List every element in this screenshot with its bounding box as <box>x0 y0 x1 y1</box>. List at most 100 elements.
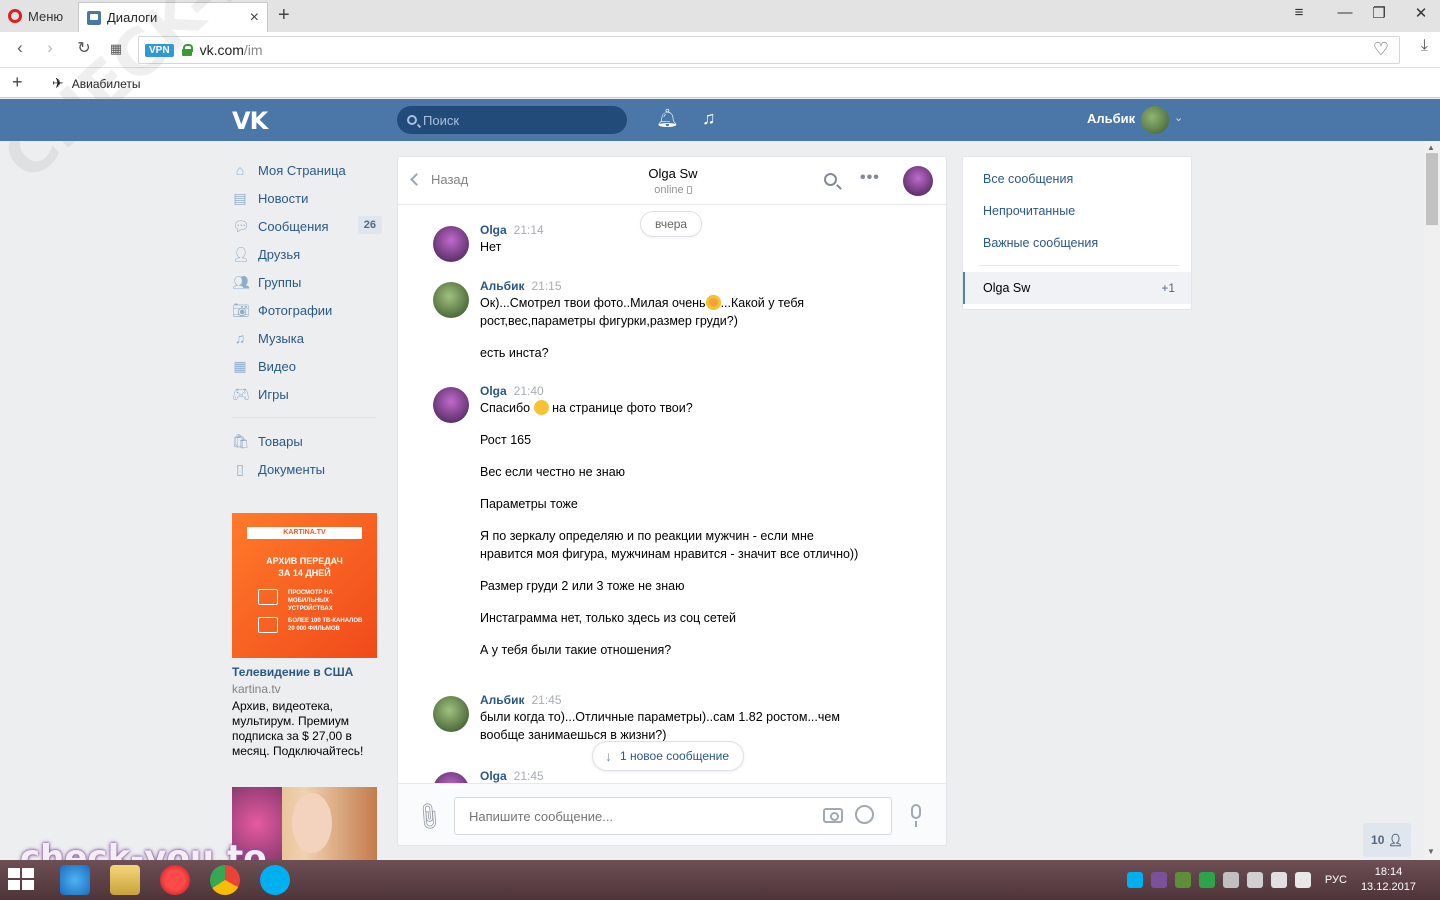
mobile-phone-icon <box>686 186 692 194</box>
new-tab-button[interactable]: + <box>278 4 290 27</box>
message-text: Нет <box>480 240 502 254</box>
microphone-icon[interactable] <box>911 804 921 827</box>
network-icon[interactable] <box>1222 872 1239 888</box>
windows-start-icon[interactable] <box>8 868 36 892</box>
message-text: есть инста? <box>480 346 549 360</box>
message-time: 21:14 <box>513 223 544 237</box>
sidebar-item-music[interactable]: ♫ Музыка <box>232 324 382 352</box>
viber-tray-icon[interactable] <box>1150 872 1167 888</box>
monitor-icon[interactable] <box>1270 872 1287 888</box>
tray-app-icon[interactable] <box>1174 872 1191 888</box>
message-author[interactable]: Olga 21:40 <box>480 384 860 398</box>
music-note-icon[interactable]: ♫ <box>702 108 716 129</box>
skype-icon[interactable] <box>260 865 290 895</box>
sidebar-item-video[interactable]: ▦ Видео <box>232 352 382 380</box>
smile-emoji-icon <box>533 400 549 415</box>
message-author[interactable]: Olga 21:45 <box>480 769 860 783</box>
message-author[interactable]: Альбик 21:15 <box>480 279 860 293</box>
tray-app-icon-2[interactable] <box>1198 872 1215 888</box>
page-scrollbar[interactable]: ▲ ▼ <box>1424 141 1440 860</box>
close-window-icon[interactable]: ✕ <box>1406 4 1436 22</box>
active-dialog-item[interactable]: Olga Sw +1 <box>963 272 1191 304</box>
opera-menu-label: Меню <box>28 8 64 24</box>
sidebar-item-groups[interactable]: 👥︎ Группы <box>232 268 382 296</box>
sidebar-item-label: Игры <box>258 386 289 402</box>
sidebar-item-friends[interactable]: 👤︎ Друзья <box>232 240 382 268</box>
sidebar-item-camera[interactable]: 📷︎ Фотографии <box>232 296 382 324</box>
ad-ribbon: KARTINA.TV <box>247 527 362 539</box>
ad-title[interactable]: Телевидение в США <box>232 665 377 679</box>
flag-icon[interactable] <box>1246 872 1263 888</box>
message-avatar[interactable] <box>433 226 469 262</box>
language-indicator[interactable]: РУС <box>1325 874 1347 886</box>
chrome-icon[interactable] <box>210 865 240 895</box>
sidebar-item-gamepad[interactable]: 🎮︎ Игры <box>232 380 382 408</box>
opera-icon[interactable] <box>160 865 190 895</box>
message-text: А у тебя были такие отношения? <box>480 643 672 657</box>
chevron-down-icon[interactable]: ⌄ <box>1174 111 1183 124</box>
vk-header: VK Поиск 🔔︎ ♫ Альбик ⌄ <box>0 99 1440 141</box>
ie-icon[interactable] <box>60 865 90 895</box>
ad-banner-headline: АРХИВ ПЕРЕДАЧ ЗА 14 ДНЕЙ <box>266 556 343 578</box>
sidebar-item-bag[interactable]: 🛍︎ Товары <box>232 427 382 455</box>
message-author[interactable]: Альбик 21:45 <box>480 693 860 707</box>
header-avatar[interactable] <box>1141 106 1169 134</box>
message-text: Размер груди 2 или 3 тоже не знаю <box>480 579 685 593</box>
clock[interactable]: 18:14 13.12.2017 <box>1361 865 1416 895</box>
camera-icon[interactable] <box>823 808 843 823</box>
sidebar-item-messages[interactable]: 💬︎ Сообщения 26 <box>232 212 382 240</box>
download-icon[interactable]: ⤓ <box>1421 37 1428 55</box>
message-text: Я по зеркалу определяю и по реакции мужч… <box>480 529 859 561</box>
ad-block[interactable]: KARTINA.TV АРХИВ ПЕРЕДАЧ ЗА 14 ДНЕЙ ПРОСМ… <box>232 513 377 759</box>
paperclip-icon[interactable]: 📎︎ <box>411 799 447 834</box>
friends-icon: 👤︎ <box>232 246 250 262</box>
sidebar-item-news[interactable]: ▤ Новости <box>232 184 382 212</box>
add-bookmark-icon[interactable]: + <box>12 72 23 93</box>
message-avatar[interactable] <box>433 696 469 732</box>
opera-menu-button[interactable]: Меню <box>8 6 63 26</box>
tab-close-icon[interactable]: × <box>250 9 259 27</box>
bell-icon[interactable]: 🔔︎ <box>656 108 679 129</box>
sidebar-item-label: Документы <box>258 461 326 477</box>
tab-list-icon[interactable]: ≡ <box>1284 4 1314 21</box>
explorer-icon[interactable] <box>110 865 140 895</box>
filter-unread[interactable]: Непрочитанные <box>983 204 1075 218</box>
filter-important[interactable]: Важные сообщения <box>983 236 1098 250</box>
more-icon[interactable]: ••• <box>860 169 880 187</box>
header-search[interactable]: Поиск <box>397 106 627 134</box>
active-dialog-count: +1 <box>1161 281 1175 295</box>
message-avatar[interactable] <box>433 282 469 318</box>
message-text: Инстаграмма нет, только здесь из соц сет… <box>480 611 736 625</box>
vk-favicon-icon <box>87 10 101 25</box>
peer-avatar[interactable] <box>903 166 933 196</box>
vk-logo[interactable]: VK <box>232 107 268 135</box>
news-icon: ▤ <box>233 190 247 206</box>
forward-arrow-icon[interactable]: › <box>38 38 62 58</box>
bookmark-heart-icon[interactable]: ♡ <box>1373 39 1389 60</box>
message-avatar[interactable] <box>433 387 469 423</box>
sidebar-item-document[interactable]: ▯ Документы <box>232 455 382 483</box>
sidebar-item-label: Группы <box>258 274 302 290</box>
online-friends-badge[interactable]: 10 👤︎ <box>1363 823 1411 857</box>
back-arrow-icon[interactable]: ‹ <box>8 38 32 58</box>
restore-icon[interactable]: ❐ <box>1364 4 1394 22</box>
message-text: Ок)...Смотрел твои фото..Милая очень ...К… <box>480 295 805 328</box>
tv-icon <box>258 617 278 633</box>
minimize-icon[interactable]: — <box>1330 4 1360 21</box>
new-message-button[interactable]: ↓ 1 новое сообщение <box>592 741 745 771</box>
sidebar-item-home[interactable]: ⌂ Моя Страница <box>232 156 382 184</box>
scrollbar-thumb[interactable] <box>1426 153 1438 225</box>
volume-icon[interactable] <box>1294 872 1311 888</box>
divider <box>979 265 1179 266</box>
emoji-icon[interactable] <box>855 805 874 824</box>
ad-banner[interactable]: KARTINA.TV АРХИВ ПЕРЕДАЧ ЗА 14 ДНЕЙ ПРОСМ… <box>232 513 377 658</box>
header-user-name[interactable]: Альбик <box>1087 111 1135 126</box>
filter-all-messages[interactable]: Все сообщения <box>983 172 1073 186</box>
address-bar[interactable]: VPN vk.com/im ♡ <box>138 36 1400 64</box>
search-icon[interactable] <box>824 173 837 186</box>
skype-tray-icon[interactable] <box>1126 872 1143 888</box>
heart-eyes-emoji-icon <box>705 295 721 310</box>
unread-badge: 26 <box>357 216 382 234</box>
video-icon: ▦ <box>233 358 247 374</box>
sidebar-item-label: Видео <box>258 358 296 374</box>
